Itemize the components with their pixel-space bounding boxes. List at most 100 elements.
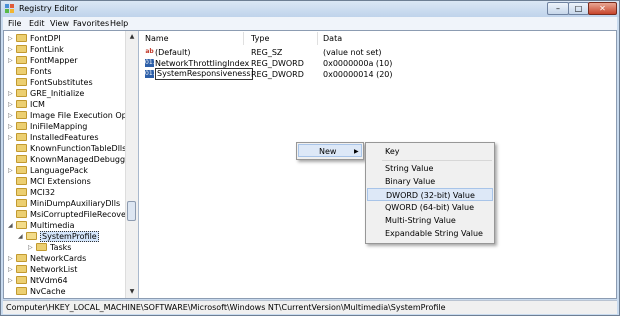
tree-item[interactable]: FontSubstitutes	[8, 77, 93, 88]
folder-icon	[16, 78, 27, 86]
tree-item-label: NvCache	[30, 287, 66, 296]
tree-item[interactable]: ▷ ICM	[8, 99, 45, 110]
submenu-item-key[interactable]: Key	[367, 145, 493, 158]
expand-arrow-icon[interactable]: ▷	[8, 88, 14, 99]
expand-arrow-icon[interactable]: ▷	[8, 55, 14, 66]
value-type: REG_SZ	[251, 48, 283, 57]
tree-item[interactable]: Fonts	[8, 66, 52, 77]
context-menu-new[interactable]: New ▶	[298, 144, 362, 157]
folder-icon	[16, 100, 27, 108]
submenu-item-string[interactable]: String Value	[367, 162, 493, 175]
tree-item-label: Tasks	[50, 243, 72, 252]
tree-item[interactable]: MsiCorruptedFileRecovery	[8, 209, 134, 220]
collapse-arrow-icon[interactable]: ◢	[18, 231, 24, 242]
folder-icon	[16, 287, 27, 295]
value-row[interactable]: ab (Default) REG_SZ (value not set)	[139, 47, 539, 58]
folder-icon	[16, 265, 27, 273]
expand-arrow-icon[interactable]: ▷	[28, 242, 34, 253]
tree-scrollbar[interactable]: ▲ ▼	[125, 31, 138, 298]
tree-item[interactable]: ▷ GRE_Initialize	[8, 88, 84, 99]
submenu-item-label: String Value	[385, 164, 434, 173]
menu-favorites[interactable]: Favorites	[73, 19, 109, 28]
scroll-thumb[interactable]	[127, 201, 136, 221]
expand-arrow-icon[interactable]: ▷	[8, 33, 14, 44]
menu-bar: File Edit View Favorites Help	[3, 17, 617, 30]
expand-arrow-icon[interactable]: ▷	[8, 264, 14, 275]
tree-item[interactable]: MiniDumpAuxiliaryDlls	[8, 198, 120, 209]
column-divider[interactable]	[243, 32, 244, 45]
folder-icon	[16, 254, 27, 262]
folder-icon	[16, 67, 27, 75]
tree-item[interactable]: ▷ FontLink	[8, 44, 64, 55]
menu-view[interactable]: View	[50, 19, 69, 28]
column-header-data[interactable]: Data	[323, 34, 342, 43]
tree-item[interactable]: ▷ NetworkCards	[8, 253, 86, 264]
value-row[interactable]: 011 SystemResponsiveness REG_DWORD 0x000…	[139, 68, 539, 80]
expand-arrow-icon[interactable]: ▷	[8, 110, 14, 121]
menu-edit[interactable]: Edit	[29, 19, 45, 28]
tree-item-label: MCI32	[30, 188, 56, 197]
maximize-button[interactable]: □	[568, 2, 589, 15]
submenu-item-binary[interactable]: Binary Value	[367, 175, 493, 188]
folder-icon	[16, 199, 27, 207]
submenu-item-label: Multi-String Value	[385, 216, 456, 225]
close-button[interactable]: ✕	[588, 2, 617, 15]
submenu-item-expandable-string[interactable]: Expandable String Value	[367, 227, 493, 240]
tree-item[interactable]: ◢ Multimedia	[8, 220, 74, 231]
value-data: 0x0000000a (10)	[323, 59, 393, 68]
expand-arrow-icon[interactable]: ▷	[8, 121, 14, 132]
tree-item-label: SystemProfile	[40, 231, 99, 242]
value-name-edit-field[interactable]: SystemResponsiveness	[155, 68, 253, 80]
tree-item[interactable]: KnownManagedDebuggingDll	[8, 154, 138, 165]
column-header-type[interactable]: Type	[251, 34, 269, 43]
window-title: Registry Editor	[19, 4, 78, 13]
tree-item-selected[interactable]: ◢ SystemProfile	[18, 231, 99, 242]
expand-arrow-icon[interactable]: ▷	[8, 253, 14, 264]
submenu-item-qword[interactable]: QWORD (64-bit) Value	[367, 201, 493, 214]
expand-arrow-icon[interactable]: ▷	[8, 99, 14, 110]
tree-item-label: NetworkList	[30, 265, 78, 274]
tree-item[interactable]: ▷ NetworkList	[8, 264, 77, 275]
expand-arrow-icon[interactable]: ▷	[8, 275, 14, 286]
tree-item[interactable]: MCI32	[8, 187, 55, 198]
tree-item-label: GRE_Initialize	[30, 89, 85, 98]
tree-item-label: MiniDumpAuxiliaryDlls	[30, 199, 121, 208]
minimize-button[interactable]: –	[547, 2, 569, 15]
tree-item-label: Multimedia	[30, 221, 75, 230]
tree-item[interactable]: NvCache	[8, 286, 66, 297]
tree-item[interactable]: ▷ IniFileMapping	[8, 121, 87, 132]
tree-item-label: MsiCorruptedFileRecovery	[30, 210, 134, 219]
tree-item[interactable]: ▷ InstalledFeatures	[8, 132, 98, 143]
tree-item-label: FontMapper	[30, 56, 78, 65]
title-bar[interactable]: Registry Editor – □ ✕	[1, 1, 619, 17]
tree-item-label: Fonts	[30, 67, 52, 76]
tree-item[interactable]: ▷ LanguagePack	[8, 165, 88, 176]
menu-file[interactable]: File	[8, 19, 21, 28]
tree-item[interactable]: ▷ FontMapper	[8, 55, 78, 66]
expand-arrow-icon[interactable]: ▷	[8, 132, 14, 143]
menu-help[interactable]: Help	[110, 19, 128, 28]
expand-arrow-icon[interactable]: ▷	[8, 165, 14, 176]
tree-item-label: Image File Execution Options	[30, 111, 139, 120]
tree-item[interactable]: ▷ Tasks	[28, 242, 71, 253]
folder-icon	[16, 144, 27, 152]
tree-item[interactable]: KnownFunctionTableDlls	[8, 143, 126, 154]
collapse-arrow-icon[interactable]: ◢	[8, 220, 14, 231]
tree-item[interactable]: ▷ FontDPI	[8, 33, 61, 44]
tree-item[interactable]: ▷ NtVdm64	[8, 275, 68, 286]
scroll-down-icon[interactable]: ▼	[126, 286, 138, 298]
value-type: REG_DWORD	[251, 70, 304, 79]
tree-item[interactable]: MCI Extensions	[8, 176, 91, 187]
column-header-name[interactable]: Name	[145, 34, 169, 43]
folder-icon	[16, 45, 27, 53]
menu-separator	[382, 160, 492, 161]
tree-item[interactable]: ▷ Image File Execution Options	[8, 110, 139, 121]
tree-item-label: ICM	[30, 100, 45, 109]
folder-icon	[16, 188, 27, 196]
submenu-item-dword[interactable]: DWORD (32-bit) Value	[367, 188, 493, 201]
column-divider[interactable]	[317, 32, 318, 45]
submenu-item-multi-string[interactable]: Multi-String Value	[367, 214, 493, 227]
tree-item-label: InstalledFeatures	[30, 133, 99, 142]
expand-arrow-icon[interactable]: ▷	[8, 44, 14, 55]
scroll-up-icon[interactable]: ▲	[126, 31, 138, 43]
